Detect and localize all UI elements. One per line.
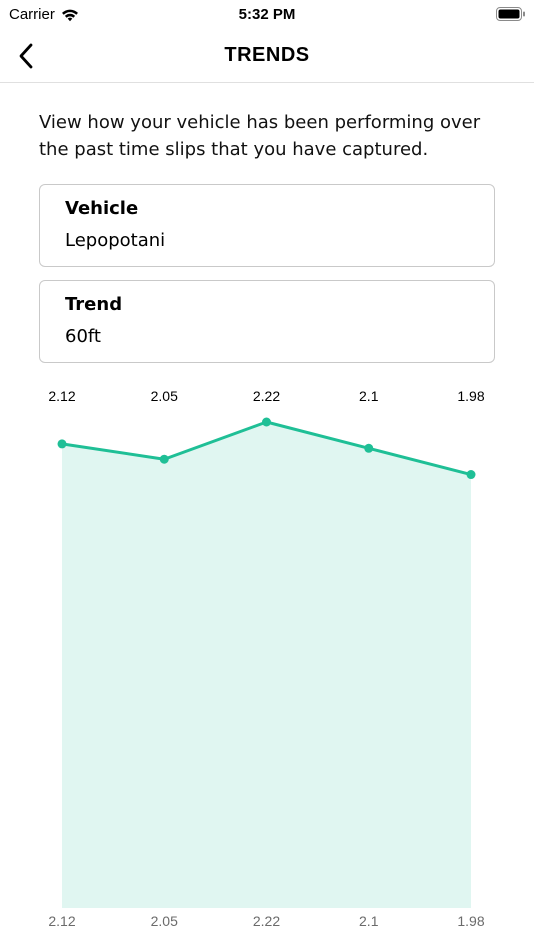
navigation-bar: TRENDS (0, 30, 534, 83)
vehicle-selector[interactable]: Vehicle Lepopotani (39, 184, 495, 267)
trends-description: View how your vehicle has been performin… (39, 112, 481, 160)
chart-bottom-label: 2.05 (151, 913, 178, 929)
chart-data-point (262, 417, 271, 427)
chart-bottom-label: 2.1 (359, 913, 379, 929)
chart-bottom-label: 2.22 (253, 913, 280, 929)
chart-top-label: 1.98 (457, 388, 484, 404)
chart-top-label: 2.05 (151, 388, 178, 404)
status-time: 5:32 PM (238, 6, 296, 23)
chart-data-point (57, 439, 67, 449)
trend-label: Trend (65, 294, 123, 315)
vehicle-value: Lepopotani (65, 230, 166, 251)
chart-top-label: 2.12 (48, 388, 75, 404)
chart-bottom-label: 1.98 (457, 913, 484, 929)
trend-chart-svg: 2.12 2.05 2.22 2.1 1.98 2.12 2.05 2.22 2.1 1.98 (48, 388, 484, 929)
vehicle-label: Vehicle (65, 198, 139, 219)
status-bar: Carrier 5:32 PM (0, 0, 534, 30)
chart-area-fill (62, 422, 471, 908)
chart-data-point (364, 443, 374, 453)
chart-data-point (466, 470, 476, 480)
trend-selector[interactable]: Trend 60ft (39, 280, 495, 363)
chart-bottom-label: 2.12 (48, 913, 75, 929)
chart-top-label: 2.22 (253, 388, 280, 404)
trend-chart: 2.12 2.05 2.22 2.1 1.98 2.12 2.05 2.22 2.1 1.98 (0, 380, 534, 950)
chart-data-point (159, 454, 169, 464)
chart-top-label: 2.1 (359, 388, 379, 404)
page-title: TRENDS (224, 44, 310, 66)
trend-value: 60ft (65, 326, 101, 347)
battery-icon (496, 7, 525, 21)
